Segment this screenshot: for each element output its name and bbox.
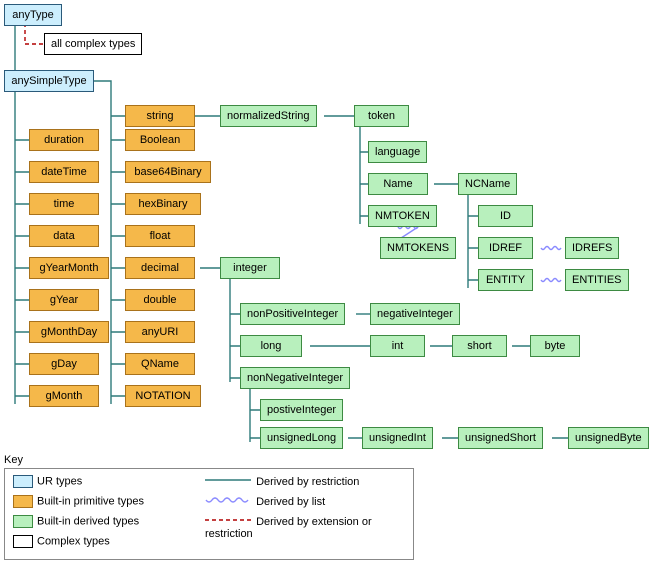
node-unsignedint: unsignedInt	[362, 427, 433, 449]
node-gyearmonth: gYearMonth	[29, 257, 109, 279]
node-nonnegativeinteger: nonNegativeInteger	[240, 367, 350, 389]
node-name: Name	[368, 173, 428, 195]
node-hexbinary: hexBinary	[125, 193, 201, 215]
swatch-deriv-icon	[13, 515, 33, 528]
node-decimal: decimal	[125, 257, 195, 279]
node-nonpositiveinteger: nonPositiveInteger	[240, 303, 345, 325]
node-datetime: dateTime	[29, 161, 99, 183]
node-anyuri: anyURI	[125, 321, 195, 343]
node-qname: QName	[125, 353, 195, 375]
node-anytype: anyType	[4, 4, 62, 26]
legend-restrict: Derived by restriction	[256, 476, 359, 488]
node-anysimpletype: anySimpleType	[4, 70, 94, 92]
node-all-complex-types: all complex types	[44, 33, 142, 55]
node-int: int	[370, 335, 425, 357]
node-idref: IDREF	[478, 237, 533, 259]
node-notation: NOTATION	[125, 385, 201, 407]
node-boolean: Boolean	[125, 129, 195, 151]
node-data: data	[29, 225, 99, 247]
node-float: float	[125, 225, 195, 247]
node-byte: byte	[530, 335, 580, 357]
line-extension-icon	[205, 515, 253, 525]
node-unsignedshort: unsignedShort	[458, 427, 543, 449]
node-id: ID	[478, 205, 533, 227]
node-entities: ENTITIES	[565, 269, 629, 291]
node-language: language	[368, 141, 427, 163]
line-list-icon	[205, 495, 253, 505]
legend-deriv: Built-in derived types	[37, 515, 139, 527]
node-unsignedlong: unsignedLong	[260, 427, 343, 449]
node-nmtoken: NMTOKEN	[368, 205, 437, 227]
node-ncname: NCName	[458, 173, 517, 195]
node-gyear: gYear	[29, 289, 99, 311]
node-long: long	[240, 335, 302, 357]
node-short: short	[452, 335, 507, 357]
node-time: time	[29, 193, 99, 215]
legend-list: Derived by list	[256, 496, 325, 508]
node-unsignedbyte: unsignedByte	[568, 427, 649, 449]
swatch-ur-icon	[13, 475, 33, 488]
swatch-prim-icon	[13, 495, 33, 508]
node-idrefs: IDREFS	[565, 237, 619, 259]
node-gmonth: gMonth	[29, 385, 99, 407]
line-restriction-icon	[205, 475, 253, 485]
node-duration: duration	[29, 129, 99, 151]
node-gday: gDay	[29, 353, 99, 375]
node-token: token	[354, 105, 409, 127]
node-normalizedstring: normalizedString	[220, 105, 317, 127]
legend-complex: Complex types	[37, 535, 110, 547]
node-entity: ENTITY	[478, 269, 533, 291]
legend-ur: UR types	[37, 475, 82, 487]
legend-prim: Built-in primitive types	[37, 495, 144, 507]
node-positiveinteger: postiveInteger	[260, 399, 343, 421]
node-integer: integer	[220, 257, 280, 279]
node-string: string	[125, 105, 195, 127]
node-base64binary: base64Binary	[125, 161, 211, 183]
swatch-complex-icon	[13, 535, 33, 548]
node-double: double	[125, 289, 195, 311]
node-nmtokens: NMTOKENS	[380, 237, 456, 259]
legend-box: UR types Built-in primitive types Built-…	[4, 468, 414, 560]
node-gmonthday: gMonthDay	[29, 321, 109, 343]
legend-title: Key	[4, 454, 23, 466]
node-negativeinteger: negativeInteger	[370, 303, 460, 325]
